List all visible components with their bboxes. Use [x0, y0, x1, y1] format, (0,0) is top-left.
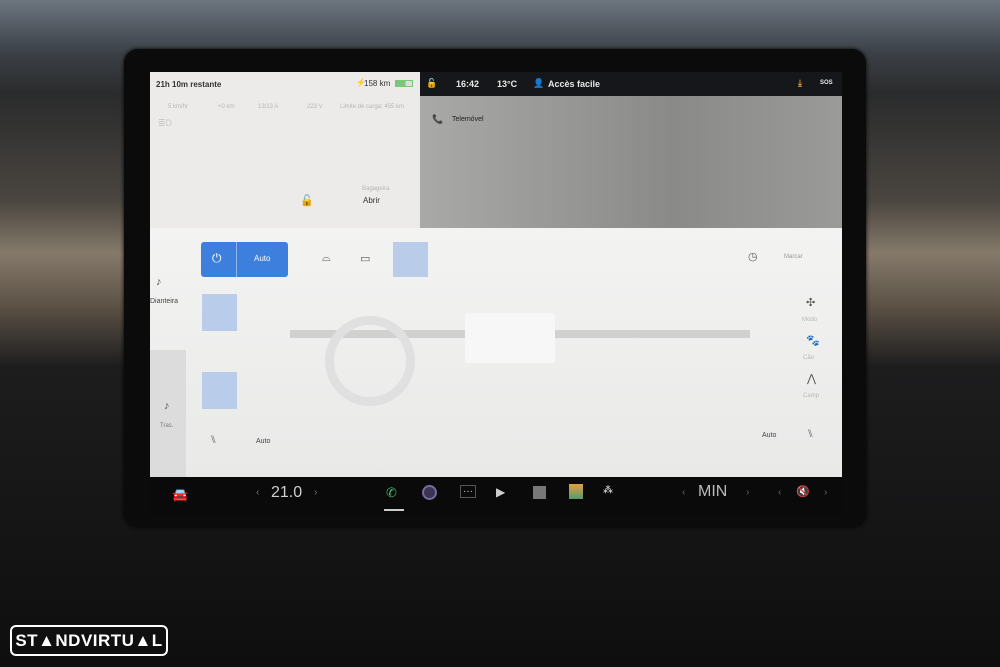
front-defrost-icon[interactable]: ⌓: [322, 252, 331, 265]
climate-power-auto[interactable]: ⏻ Auto: [201, 242, 288, 277]
fan-speed[interactable]: MIN: [698, 483, 727, 501]
front-seat-icon[interactable]: ♪: [156, 276, 162, 288]
lock-icon[interactable]: 🔓: [426, 78, 437, 89]
phone-app-icon[interactable]: ✆: [386, 485, 397, 501]
trunk-open-button[interactable]: Abrir: [363, 196, 380, 205]
mode-camp[interactable]: Camp: [803, 393, 819, 399]
download-icon[interactable]: ⤓: [798, 78, 802, 89]
camp-mode-icon[interactable]: ⋀: [807, 372, 816, 385]
schedule-button[interactable]: Marcar: [784, 254, 803, 260]
recirculate-button[interactable]: [393, 242, 428, 277]
battery-icon: [395, 80, 413, 87]
climate-panel: ⏻ Auto ⌓ ▭ ◷ Marcar ♪ Dianteira ♪ Tras. …: [150, 228, 842, 477]
volume-muted-icon[interactable]: 🔇: [796, 485, 810, 498]
sos-button[interactable]: SOS: [820, 80, 833, 86]
keep-climate-icon[interactable]: ✣: [806, 296, 815, 309]
car-interior-illustration: [290, 308, 750, 438]
lower-airflow-button[interactable]: [202, 372, 237, 409]
auto-button[interactable]: Auto: [254, 254, 270, 263]
rear-label: Tras.: [160, 423, 174, 429]
front-airflow-button[interactable]: [202, 294, 237, 331]
volume-up-chevron[interactable]: ›: [824, 487, 827, 498]
left-seat-auto[interactable]: Auto: [256, 438, 270, 445]
fan-up-chevron[interactable]: ›: [746, 487, 749, 498]
map-view[interactable]: 📞 Telemóvel: [420, 96, 842, 228]
stat-added: +0 km: [218, 104, 235, 110]
rear-seat-icon: ♪: [164, 400, 170, 412]
mode-keep[interactable]: Modo: [802, 317, 817, 323]
right-seat-heater-icon[interactable]: ⑊: [807, 428, 814, 440]
tesla-screen: 21h 10m restante ⚡ 158 km 5 km/hr +0 km …: [150, 72, 842, 515]
stat-voltage: 223 V: [307, 104, 323, 110]
front-label[interactable]: Dianteira: [150, 298, 178, 305]
driver-profile[interactable]: Accès facile: [548, 79, 600, 89]
temp-up-chevron[interactable]: ›: [314, 487, 317, 498]
charging-card: 21h 10m restante ⚡ 158 km 5 km/hr +0 km …: [150, 72, 420, 228]
calendar-icon[interactable]: [533, 486, 546, 499]
volume-down-chevron[interactable]: ‹: [778, 487, 781, 498]
stat-rate: 5 km/hr: [168, 104, 189, 110]
car-icon[interactable]: 🚘: [172, 487, 188, 503]
dog-mode-icon[interactable]: 🐾: [806, 334, 820, 347]
unlock-icon[interactable]: 🔓: [300, 194, 314, 207]
rear-defrost-icon[interactable]: ▭: [360, 252, 370, 265]
toybox-icon[interactable]: [569, 484, 583, 499]
rear-tab[interactable]: ♪ Tras.: [150, 350, 186, 477]
bottom-dock: 🚘 ‹ 21.0 › ✆ ··· ▶ ⁂ ‹ MIN › ‹ 🔇 ›: [150, 477, 842, 515]
power-icon[interactable]: ⏻: [212, 251, 222, 266]
fan-down-chevron[interactable]: ‹: [682, 487, 685, 498]
phone-label[interactable]: Telemóvel: [452, 116, 484, 123]
active-indicator: [384, 509, 404, 511]
time-remaining: 21h 10m restante: [156, 80, 222, 89]
phone-icon[interactable]: 📞: [432, 114, 443, 125]
camera-app-icon[interactable]: [422, 485, 437, 500]
left-seat-heater-icon[interactable]: ⑊: [210, 434, 217, 446]
media-icon[interactable]: ▶: [496, 485, 505, 499]
outside-temp: 13°C: [497, 79, 518, 89]
more-apps-icon[interactable]: ···: [460, 485, 476, 498]
status-bar: 🔓 16:42 13°C 👤 Accès facile ⤓ SOS: [420, 72, 842, 96]
watermark-logo: ST▲NDVIRTU▲L: [10, 625, 168, 656]
mode-dog[interactable]: Cão: [803, 355, 814, 361]
stat-limit: Limite de carga: 455 km: [340, 104, 405, 110]
headlight-icon: ≣D: [158, 118, 173, 128]
clock: 16:42: [456, 79, 480, 89]
tidal-icon[interactable]: ⁂: [603, 485, 613, 496]
right-seat-auto[interactable]: Auto: [762, 432, 776, 439]
stat-current: 13/13 A: [258, 104, 279, 110]
steering-wheel-icon: [325, 316, 415, 406]
driver-profile-icon[interactable]: 👤: [533, 78, 544, 89]
schedule-clock-icon[interactable]: ◷: [748, 250, 758, 263]
cabin-temperature[interactable]: 21.0: [271, 484, 302, 502]
battery-range: 158 km: [364, 79, 391, 88]
trunk-label: Bagageira: [362, 186, 390, 192]
temp-down-chevron[interactable]: ‹: [256, 487, 259, 498]
